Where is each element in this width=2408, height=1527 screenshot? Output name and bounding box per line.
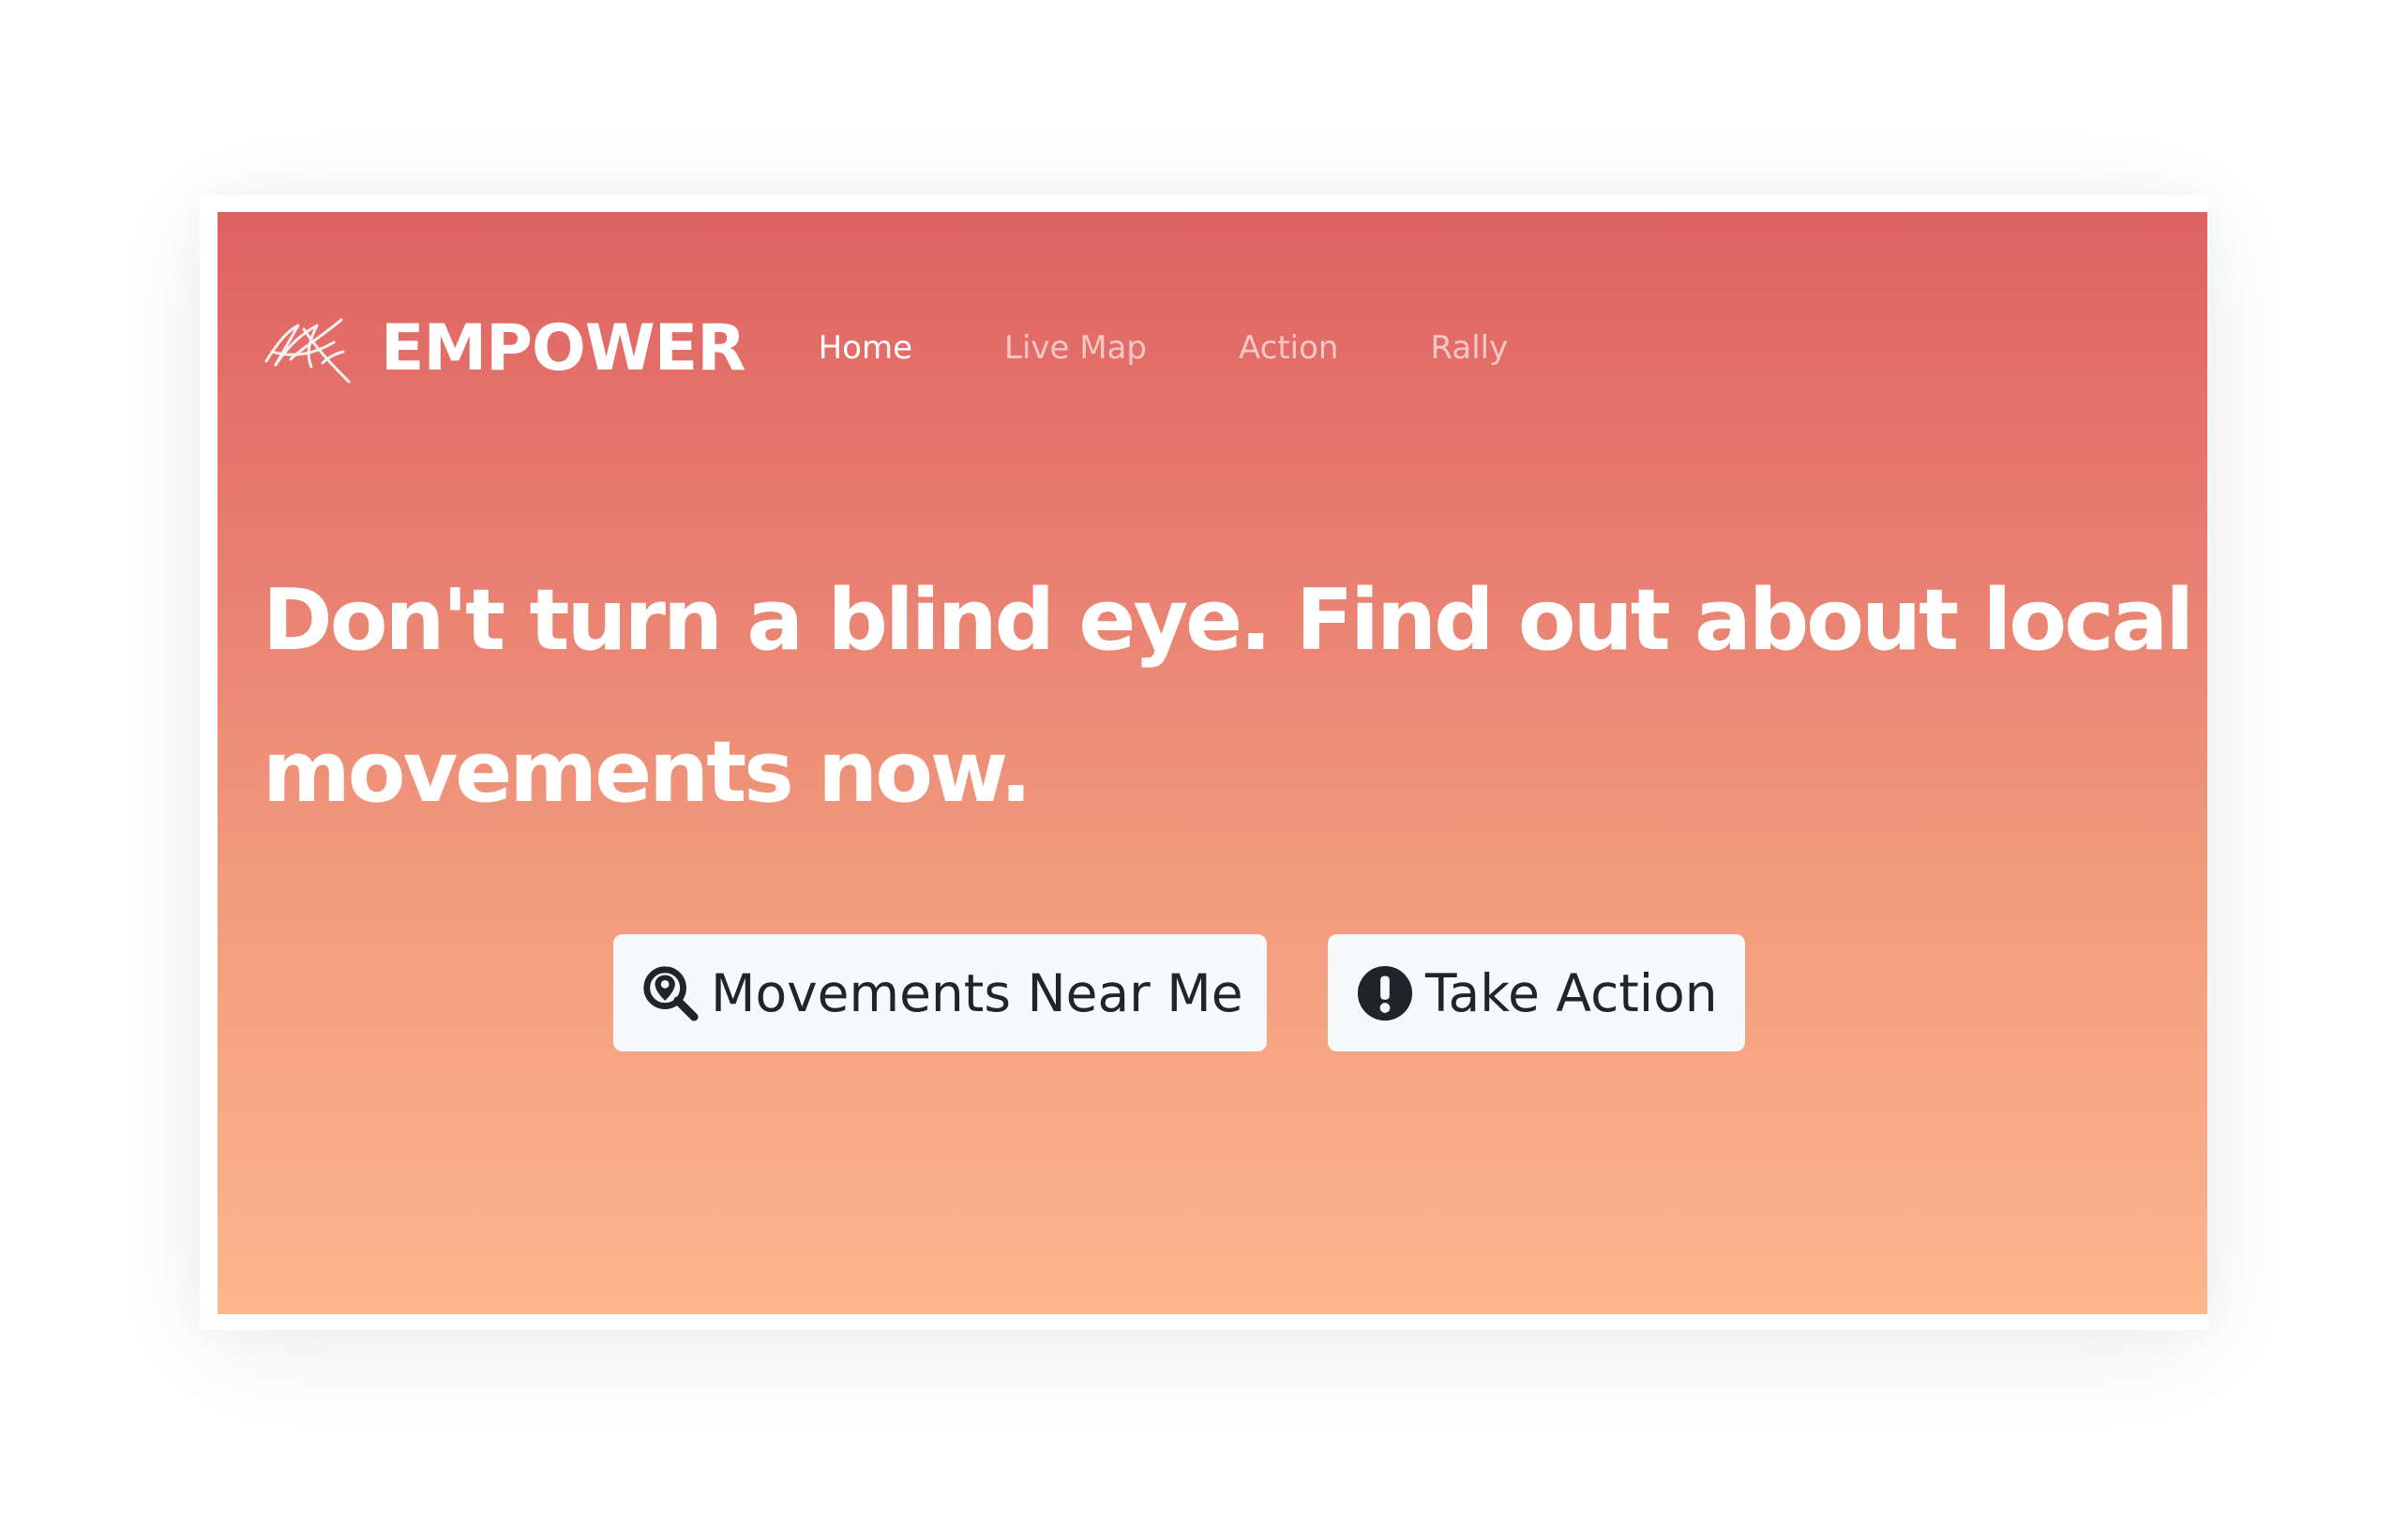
nav-item-home[interactable]: Home (819, 329, 912, 367)
page: EMPOWER Home Live Map Action Rally Don't… (0, 0, 2408, 1527)
navbar: EMPOWER Home Live Map Action Rally (263, 296, 1600, 400)
brand-name[interactable]: EMPOWER (381, 311, 746, 386)
nav-item-live-map[interactable]: Live Map (1004, 329, 1147, 367)
take-action-label: Take Action (1425, 962, 1718, 1023)
hero-headline: Don't turn a blind eye. Find out about l… (263, 545, 2194, 849)
nav-item-action[interactable]: Action (1239, 329, 1338, 367)
movements-near-me-button[interactable]: Movements Near Me (613, 934, 1267, 1051)
movements-near-me-label: Movements Near Me (711, 962, 1243, 1023)
hero-section: EMPOWER Home Live Map Action Rally Don't… (218, 212, 2207, 1314)
scribble-logo-icon[interactable] (263, 310, 353, 386)
headline-line-1: Don't turn a blind eye. Find out about l… (263, 571, 2194, 670)
cta-buttons: Movements Near Me Take Action (613, 934, 1745, 1051)
search-location-icon (641, 964, 700, 1022)
nav-item-rally[interactable]: Rally (1430, 329, 1508, 367)
take-action-button[interactable]: Take Action (1328, 934, 1745, 1051)
exclamation-circle-icon (1356, 964, 1414, 1022)
headline-line-2: movements now. (263, 723, 1032, 822)
